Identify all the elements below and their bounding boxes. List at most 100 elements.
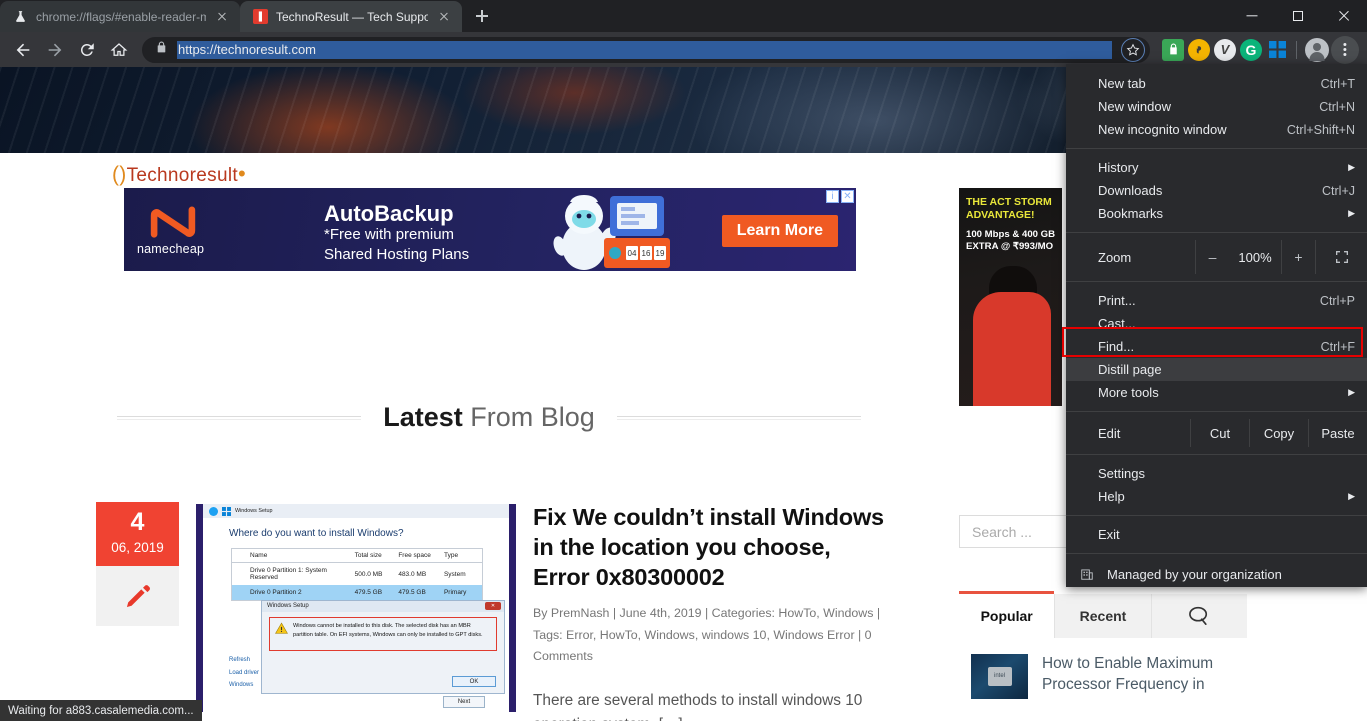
- table-row: Drive 0 Partition 1: System Reserved 500…: [232, 563, 482, 585]
- nav-item-network[interactable]: Network: [790, 167, 863, 183]
- thumbs-up-icon: [1003, 167, 1016, 182]
- windows-icon: [590, 168, 602, 182]
- menu-label: Downloads: [1098, 183, 1163, 198]
- menu-label: Exit: [1098, 527, 1120, 542]
- browser-toolbar: https://technoresult.com V G: [0, 32, 1367, 67]
- cell-name: Drive 0 Partition 2: [250, 589, 302, 596]
- ad-close-icon[interactable]: ✕: [841, 190, 854, 203]
- chevron-right-icon: ▶: [1348, 491, 1355, 501]
- menu-label: Cast...: [1098, 316, 1136, 331]
- sidebar-ad-headline-1: THE ACT STORM: [966, 196, 1052, 208]
- zoom-out-button[interactable]: –: [1195, 240, 1229, 274]
- cell-free: 479.5 GB: [398, 589, 426, 596]
- nav-label: Windows: [609, 167, 668, 183]
- post-thumbnail[interactable]: Windows Setup Where do you want to insta…: [196, 504, 516, 712]
- twitter-icon: [209, 506, 218, 516]
- close-icon[interactable]: [214, 9, 230, 25]
- list-item-title[interactable]: How to Enable Maximum Processor Frequenc…: [1042, 654, 1235, 699]
- svg-text:16: 16: [642, 249, 651, 258]
- col-type: Type: [443, 552, 459, 559]
- dialog-title: Windows Setup: [267, 603, 309, 609]
- sidebar-popular-list: intel How to Enable Maximum Processor Fr…: [959, 638, 1247, 699]
- new-tab-button[interactable]: [468, 2, 496, 30]
- nav-item-android[interactable]: Android: [899, 167, 967, 183]
- sidebar-ad-sub-1: 100 Mbps & 400 GB: [966, 229, 1056, 240]
- namecheap-logo-icon: [150, 206, 196, 238]
- ad-badges: i ✕: [826, 190, 854, 203]
- menu-item-bookmarks[interactable]: Bookmarks ▶: [1066, 202, 1367, 225]
- copy-button[interactable]: Copy: [1249, 419, 1308, 447]
- list-item[interactable]: intel How to Enable Maximum Processor Fr…: [959, 648, 1247, 699]
- menu-item-new-tab[interactable]: New tab Ctrl+T: [1066, 72, 1367, 95]
- lock-extension-icon[interactable]: [1162, 38, 1184, 61]
- rule-left: [117, 415, 362, 420]
- menu-item-help[interactable]: Help ▶: [1066, 485, 1367, 508]
- ad-brand: namecheap: [137, 242, 205, 256]
- zoom-in-button[interactable]: +: [1281, 240, 1315, 274]
- menu-edit-row: Edit Cut Copy Paste: [1066, 419, 1367, 447]
- menu-item-find[interactable]: Find... Ctrl+F: [1066, 335, 1367, 358]
- tab-strip: chrome://flags/#enable-reader-m TechnoRe…: [0, 0, 496, 32]
- menu-item-managed[interactable]: Managed by your organization: [1066, 561, 1367, 587]
- fullscreen-button[interactable]: [1315, 240, 1367, 274]
- menu-item-history[interactable]: History ▶: [1066, 156, 1367, 179]
- menu-item-more-tools[interactable]: More tools ▶: [1066, 381, 1367, 404]
- menu-item-distill-page[interactable]: Distill page: [1066, 358, 1367, 381]
- apple-icon: [704, 168, 715, 183]
- chrome-menu-button[interactable]: [1331, 35, 1359, 64]
- tab-recent[interactable]: Recent: [1055, 594, 1152, 638]
- vivaldi-extension-icon[interactable]: V: [1214, 38, 1236, 61]
- nav-item-windows[interactable]: Windows: [590, 167, 668, 183]
- setup-next-button: Next: [443, 696, 485, 708]
- site-logo[interactable]: ()Technoresult•: [112, 163, 246, 187]
- tab-popular[interactable]: Popular: [959, 591, 1056, 638]
- tab-comments[interactable]: [1152, 594, 1247, 638]
- menu-item-downloads[interactable]: Downloads Ctrl+J: [1066, 179, 1367, 202]
- reload-icon[interactable]: [72, 35, 102, 65]
- menu-item-cast[interactable]: Cast...: [1066, 312, 1367, 335]
- maximize-button[interactable]: [1275, 0, 1321, 32]
- menu-item-settings[interactable]: Settings: [1066, 462, 1367, 485]
- windows-setup-screenshot: Windows Setup Where do you want to insta…: [203, 504, 509, 712]
- bookmark-star-icon[interactable]: [1121, 37, 1145, 62]
- nav-label: Network: [810, 167, 864, 183]
- menu-item-new-window[interactable]: New window Ctrl+N: [1066, 95, 1367, 118]
- ad-cta-button[interactable]: Learn More: [721, 215, 838, 247]
- ad-info-icon[interactable]: i: [826, 190, 839, 203]
- close-icon[interactable]: [436, 9, 452, 25]
- key-extension-icon[interactable]: [1188, 38, 1210, 61]
- profile-avatar[interactable]: [1305, 37, 1329, 62]
- intel-label: intel: [994, 673, 1006, 679]
- close-window-button[interactable]: [1321, 0, 1367, 32]
- windows-extension-icon[interactable]: [1266, 39, 1288, 61]
- nav-item-howto[interactable]: Ho: [1003, 167, 1041, 183]
- minimize-button[interactable]: [1229, 0, 1275, 32]
- warning-icon: [275, 622, 288, 634]
- menu-item-print[interactable]: Print... Ctrl+P: [1066, 289, 1367, 312]
- tab-chrome-flags[interactable]: chrome://flags/#enable-reader-m: [0, 1, 240, 32]
- extensions-row: V G: [1158, 38, 1288, 61]
- url-text[interactable]: https://technoresult.com: [177, 40, 1112, 59]
- post-title[interactable]: Fix We couldn’t install Windows in the l…: [533, 502, 886, 592]
- menu-label: Help: [1098, 489, 1125, 504]
- forward-icon[interactable]: [40, 35, 70, 65]
- sidebar-ad-sub: 100 Mbps & 400 GB EXTRA @ ₹993/MO: [966, 229, 1055, 254]
- nav-item-mac[interactable]: MAC: [704, 167, 754, 183]
- act-storm-ad[interactable]: THE ACT STORM ADVANTAGE! 100 Mbps & 400 …: [959, 188, 1062, 406]
- namecheap-banner-ad[interactable]: namecheap AutoBackup *Free with premium …: [124, 188, 856, 271]
- menu-accel: Ctrl+F: [1320, 339, 1355, 354]
- ad-headline: AutoBackup: [324, 201, 454, 226]
- home-icon[interactable]: [104, 35, 134, 65]
- menu-item-new-incognito-window[interactable]: New incognito window Ctrl+Shift+N: [1066, 118, 1367, 141]
- grammarly-extension-icon[interactable]: G: [1240, 38, 1262, 61]
- address-bar[interactable]: https://technoresult.com: [142, 36, 1150, 63]
- cut-button[interactable]: Cut: [1190, 419, 1249, 447]
- tab-technoresult[interactable]: TechnoResult — Tech Support: [240, 1, 462, 32]
- paste-button[interactable]: Paste: [1308, 419, 1367, 447]
- post-excerpt: There are several methods to install win…: [533, 692, 863, 721]
- load-driver-link: Load driver: [229, 669, 260, 676]
- menu-item-exit[interactable]: Exit: [1066, 523, 1367, 546]
- back-icon[interactable]: [8, 35, 38, 65]
- menu-accel: Ctrl+N: [1319, 99, 1355, 114]
- backup-device-icon: 04 16 19: [604, 196, 670, 268]
